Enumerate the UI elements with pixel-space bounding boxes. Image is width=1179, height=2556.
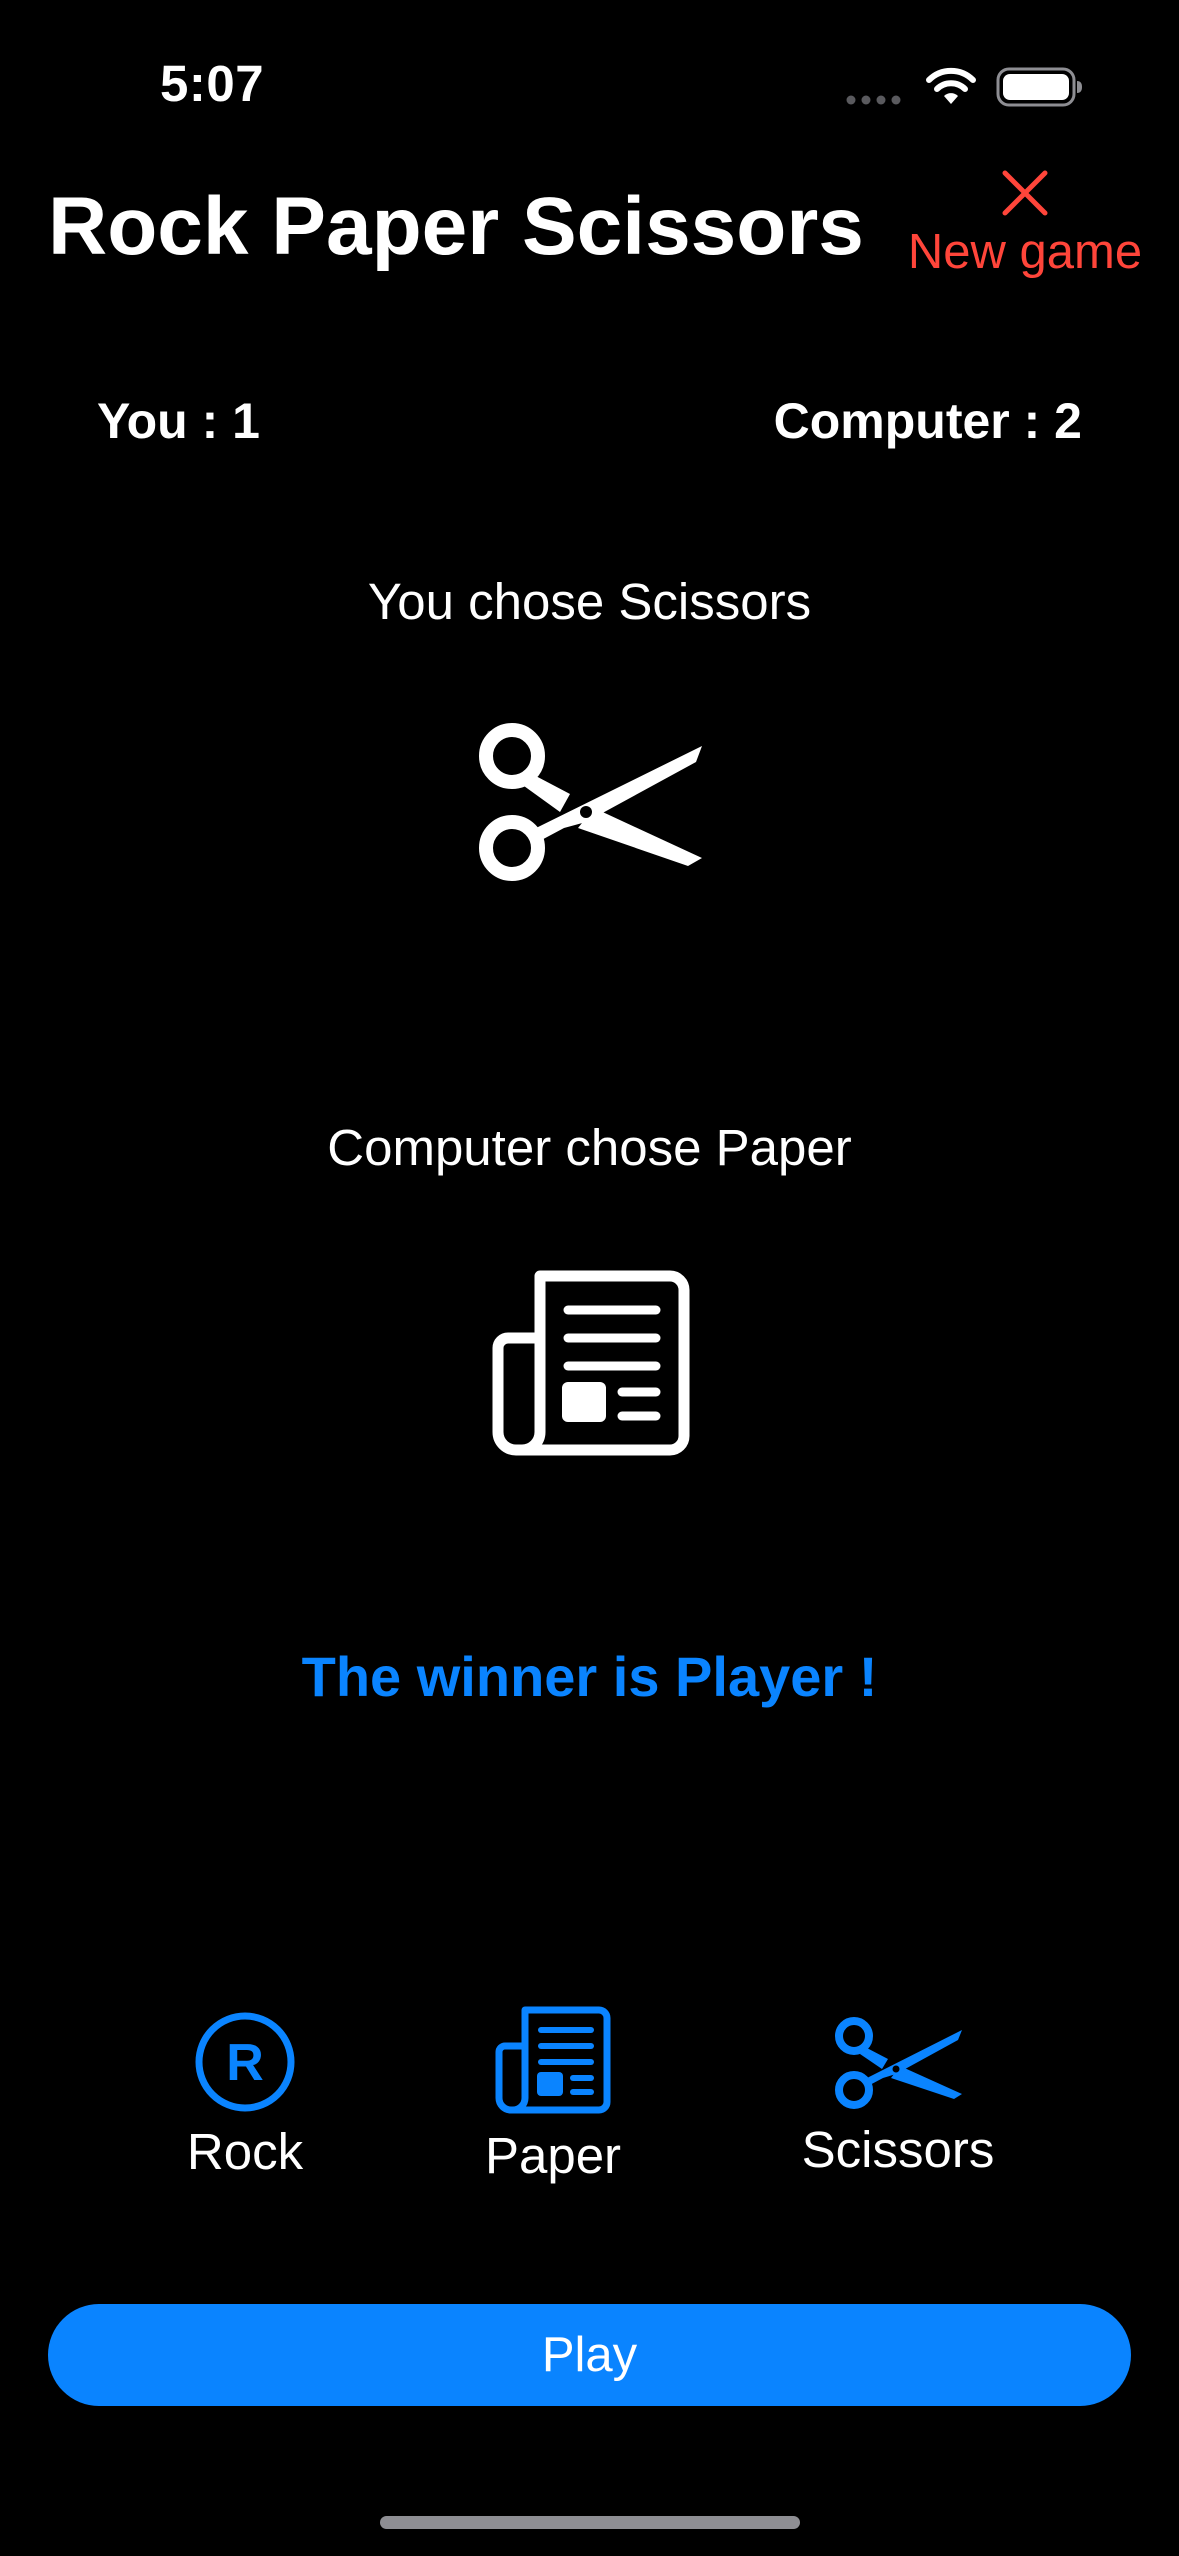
newspaper-icon xyxy=(492,1270,690,1456)
play-button[interactable]: Play xyxy=(48,2304,1131,2406)
player-score: You : 1 xyxy=(97,393,260,449)
svg-text:R: R xyxy=(226,2034,264,2092)
status-time: 5:07 xyxy=(160,55,265,112)
rock-option-button[interactable]: R Rock xyxy=(145,2010,345,2181)
new-game-button[interactable]: New game xyxy=(880,168,1170,288)
scissors-option-label: Scissors xyxy=(801,2121,995,2178)
computer-choice-text: Computer chose Paper xyxy=(327,1119,852,1176)
close-icon xyxy=(1002,170,1048,216)
battery-icon xyxy=(996,67,1082,107)
scissors-option-button[interactable]: Scissors xyxy=(778,2014,1018,2179)
computer-score: Computer : 2 xyxy=(773,393,1082,449)
rock-option-label: Rock xyxy=(186,2123,304,2180)
page-title: Rock Paper Scissors xyxy=(48,181,864,272)
winner-text: The winner is Player ! xyxy=(301,1645,878,1708)
paper-option-button[interactable]: Paper xyxy=(453,2006,653,2185)
wifi-icon xyxy=(926,67,976,104)
scissors-icon xyxy=(479,723,702,881)
player-choice-text: You chose Scissors xyxy=(367,573,812,630)
new-game-label: New game xyxy=(907,225,1143,279)
scissors-icon xyxy=(835,2017,962,2109)
play-button-label: Play xyxy=(541,2328,638,2382)
r-circle-icon: R xyxy=(195,2012,295,2112)
cellular-signal-icon xyxy=(846,95,901,105)
home-indicator[interactable] xyxy=(380,2516,800,2529)
newspaper-icon xyxy=(495,2006,611,2114)
paper-option-label: Paper xyxy=(484,2127,622,2184)
